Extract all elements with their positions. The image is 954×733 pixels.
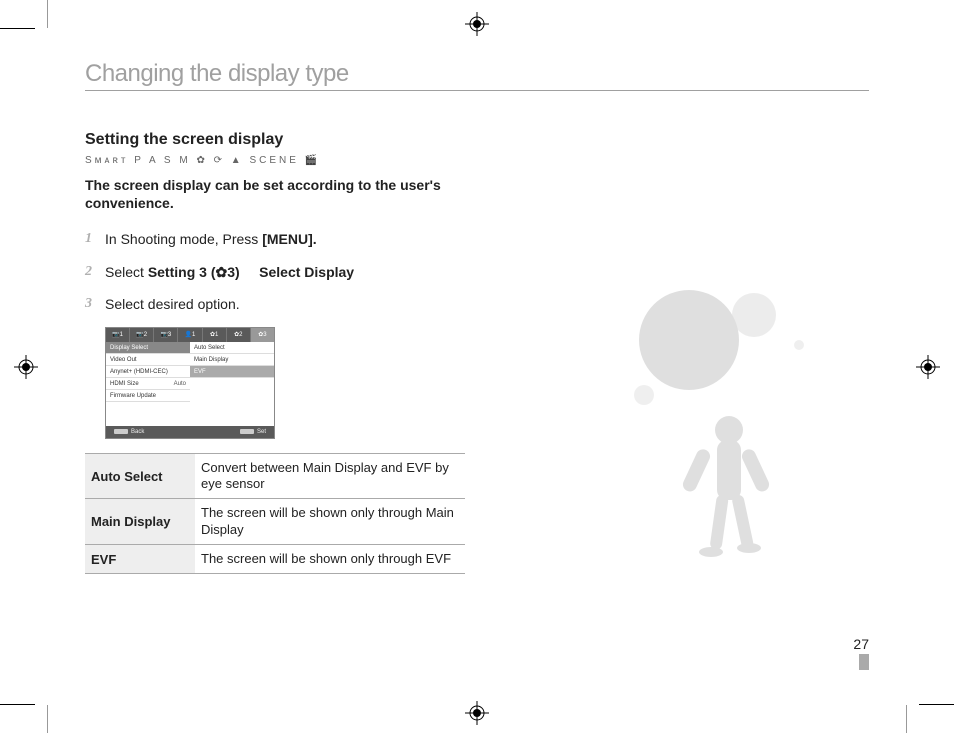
option-desc: The screen will be shown only through Ma… — [195, 499, 465, 544]
option-desc: Convert between Main Display and EVF by … — [195, 454, 465, 499]
footer-back: Back — [114, 429, 144, 435]
crop-mark — [0, 28, 35, 29]
section-heading: Setting the screen display — [85, 131, 465, 149]
crop-mark — [906, 705, 907, 733]
registration-mark-icon — [465, 701, 489, 725]
crop-mark — [47, 0, 48, 28]
registration-mark-icon — [14, 355, 38, 379]
decorative-figure-icon — [599, 280, 839, 580]
menu-option: Auto Select — [190, 342, 274, 354]
menu-tab-row: 📷1 📷2 📷3 👤1 ✿1 ✿2 ✿3 — [106, 328, 274, 342]
menu-tab: ✿1 — [203, 328, 227, 342]
option-desc: The screen will be shown only through EV… — [195, 545, 465, 573]
menu-tab: 📷3 — [154, 328, 178, 342]
page-number: 27 — [853, 636, 869, 670]
menu-body: Display Select Video Out Anynet+ (HDMI-C… — [106, 342, 274, 426]
step-number: 1 — [85, 230, 97, 248]
menu-option-selected: EVF — [190, 366, 274, 378]
menu-item: Anynet+ (HDMI-CEC) — [106, 366, 190, 378]
step-number: 3 — [85, 295, 97, 313]
step-2: 2 Select Setting 3 (✿3) Select Display — [85, 263, 465, 281]
menu-tab: 📷2 — [130, 328, 154, 342]
page-title: Changing the display type — [85, 60, 869, 91]
menu-tab: ✿2 — [227, 328, 251, 342]
option-name: Main Display — [85, 499, 195, 544]
menu-blank — [190, 378, 274, 426]
options-table: Auto Select Convert between Main Display… — [85, 453, 465, 574]
registration-mark-icon — [916, 355, 940, 379]
menu-tab-active: ✿3 — [251, 328, 274, 342]
step-text: In Shooting mode, Press [MENU]. — [105, 230, 317, 248]
menu-tab: 📷1 — [106, 328, 130, 342]
menu-right-pane: Auto Select Main Display EVF — [190, 342, 274, 426]
crop-mark — [0, 704, 35, 705]
menu-screenshot: 📷1 📷2 📷3 👤1 ✿1 ✿2 ✿3 Display Select Vide… — [105, 327, 275, 439]
menu-blank — [106, 402, 190, 426]
step-3: 3 Select desired option. — [85, 295, 465, 313]
option-name: EVF — [85, 545, 195, 573]
menu-item: HDMI SizeAuto — [106, 378, 190, 390]
crop-mark — [919, 704, 954, 705]
page-content: Changing the display type Setting the sc… — [85, 60, 869, 678]
menu-option: Main Display — [190, 354, 274, 366]
crop-mark — [47, 705, 48, 733]
step-text: Select desired option. — [105, 295, 240, 313]
table-row: EVF The screen will be shown only throug… — [85, 545, 465, 574]
footer-set: Set — [240, 429, 266, 435]
mode-icons-row: Sᴍᴀʀᴛ P A S M ✿ ⟳ ▲ SCENE 🎬 — [85, 155, 465, 166]
menu-footer: Back Set — [106, 426, 274, 438]
menu-item: Firmware Update — [106, 390, 190, 402]
intro-text: The screen display can be set according … — [85, 176, 465, 212]
left-column: Setting the screen display Sᴍᴀʀᴛ P A S M… — [85, 131, 465, 574]
option-name: Auto Select — [85, 454, 195, 499]
menu-item: Video Out — [106, 354, 190, 366]
step-1: 1 In Shooting mode, Press [MENU]. — [85, 230, 465, 248]
menu-left-pane: Display Select Video Out Anynet+ (HDMI-C… — [106, 342, 190, 426]
table-row: Main Display The screen will be shown on… — [85, 499, 465, 545]
menu-item-selected: Display Select — [106, 342, 190, 354]
page-number-bar — [859, 654, 869, 670]
step-number: 2 — [85, 263, 97, 281]
step-text: Select Setting 3 (✿3) Select Display — [105, 263, 354, 281]
registration-mark-icon — [465, 12, 489, 36]
table-row: Auto Select Convert between Main Display… — [85, 454, 465, 500]
menu-tab: 👤1 — [178, 328, 202, 342]
